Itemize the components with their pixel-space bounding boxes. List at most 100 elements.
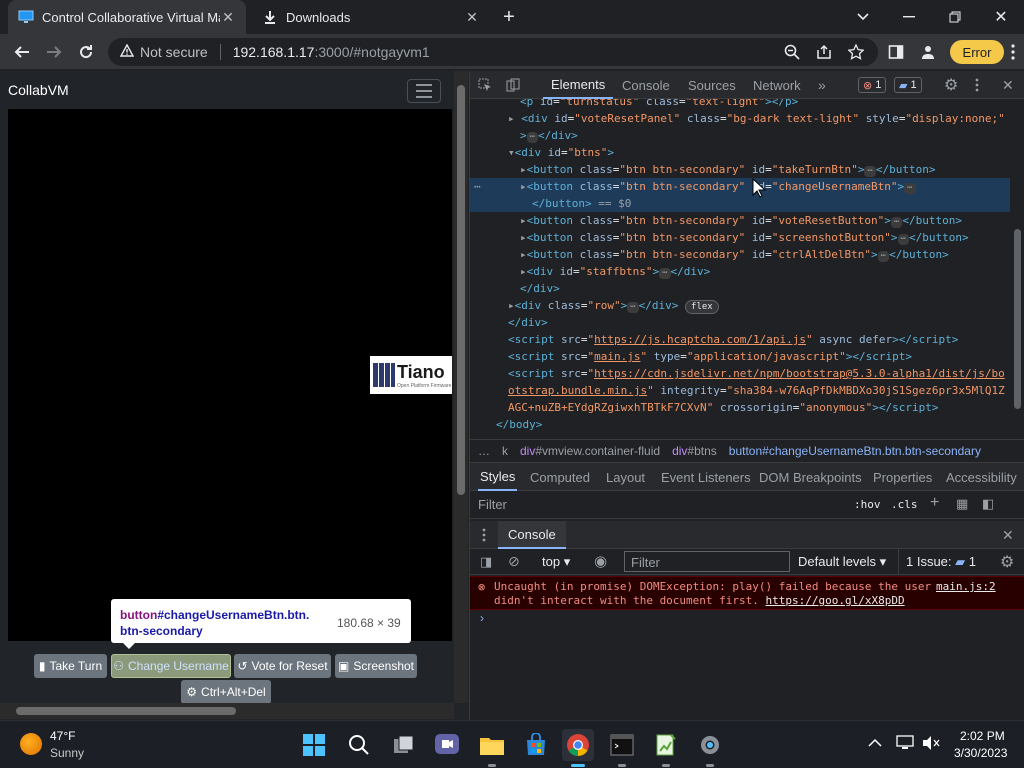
close-drawer-icon[interactable]: ✕ (1002, 527, 1014, 544)
clear-console-icon[interactable]: ⊘ (508, 553, 520, 570)
forward-icon[interactable] (42, 40, 66, 64)
tab-network[interactable]: Network (753, 71, 801, 99)
dom-node-close[interactable]: </body> (470, 416, 1010, 433)
dom-node-close[interactable]: </div> (470, 314, 1010, 331)
page-horizontal-scrollbar[interactable] (0, 703, 454, 719)
new-tab-button[interactable]: + (492, 0, 526, 34)
error-help-link[interactable]: https://goo.gl/xX8pDD (766, 594, 905, 607)
sidebar-toggle-icon[interactable]: ◧ (982, 496, 994, 512)
dom-node-selected[interactable]: ⋯▸<button class="btn btn-secondary" id="… (470, 178, 1010, 195)
dom-node[interactable]: <script src="main.js" type="application/… (470, 348, 1010, 365)
screenshot-button[interactable]: ▣ Screenshot (335, 654, 417, 678)
tab-sources[interactable]: Sources (688, 71, 736, 99)
breadcrumb-more[interactable]: … (478, 444, 490, 458)
address-bar[interactable]: Not secure 192.168.1.17:3000/#notgayvm1 (108, 38, 878, 66)
volume-muted-icon[interactable] (922, 735, 940, 754)
levels-select[interactable]: Default levels ▾ (798, 554, 886, 570)
tab-elements[interactable]: Elements (543, 71, 614, 99)
tab-properties[interactable]: Properties (873, 463, 932, 491)
close-window-button[interactable]: ✕ (978, 0, 1024, 34)
settings-gear-icon[interactable] (694, 729, 726, 767)
close-devtools-icon[interactable]: ✕ (1002, 71, 1014, 99)
zoom-icon[interactable] (780, 40, 804, 64)
dom-node[interactable]: ▸ <div id="voteResetPanel" class="bg-dar… (470, 110, 1010, 127)
dom-node[interactable]: ▸<button class="btn btn-secondary" id="v… (470, 212, 1010, 229)
error-counter[interactable]: ⊗ 1 (858, 77, 887, 93)
notepad-chart-icon[interactable] (650, 729, 682, 767)
terminal-icon[interactable] (606, 729, 638, 767)
side-panel-icon[interactable] (884, 40, 908, 64)
clock-time[interactable]: 2:02 PM (960, 729, 1005, 743)
sun-icon[interactable] (20, 733, 42, 755)
search-icon[interactable] (343, 729, 375, 761)
windows-start-icon[interactable] (298, 729, 330, 761)
dom-node[interactable]: ▸<div id="staffbtns"> ⋯ </div> (470, 263, 1010, 280)
tab-layout[interactable]: Layout (606, 463, 645, 491)
new-rule-icon[interactable]: + (930, 494, 939, 512)
devtools-menu-icon[interactable] (975, 71, 979, 99)
context-select[interactable]: top ▾ (542, 554, 570, 570)
weather-temp[interactable]: 47°F (50, 729, 75, 743)
brand-link[interactable]: CollabVM (8, 82, 69, 98)
vote-reset-button[interactable]: ↺ Vote for Reset (234, 654, 331, 678)
menu-kebab-icon[interactable] (1004, 40, 1022, 64)
dom-node[interactable]: ▸<button class="btn btn-secondary" id="s… (470, 229, 1010, 246)
take-turn-button[interactable]: ▮ Take Turn (34, 654, 107, 678)
tab-event-listeners[interactable]: Event Listeners (661, 463, 751, 491)
console-prompt[interactable]: › (480, 611, 484, 625)
flex-badge[interactable]: flex (685, 300, 719, 314)
more-tabs-icon[interactable]: » (818, 71, 826, 99)
bookmark-star-icon[interactable] (844, 40, 868, 64)
tab-search-icon[interactable] (840, 0, 886, 34)
device-toolbar-icon[interactable] (506, 71, 526, 99)
styles-filter-input[interactable]: Filter (478, 497, 507, 512)
tab-styles[interactable]: Styles (478, 463, 518, 491)
issues-button[interactable]: 1 Issue: ▰ 1 (906, 554, 976, 570)
warning-icon[interactable] (119, 43, 135, 60)
weather-desc[interactable]: Sunny (50, 746, 84, 760)
error-profile-button[interactable]: Error (950, 40, 1004, 64)
drawer-tab-console[interactable]: Console (498, 521, 566, 549)
settings-gear-icon[interactable]: ⚙ (944, 71, 958, 99)
dom-scrollbar[interactable] (1010, 99, 1024, 437)
microsoft-store-icon[interactable] (520, 729, 552, 761)
hov-toggle[interactable]: :hov (854, 498, 881, 511)
dom-node[interactable]: ▸<button class="btn btn-secondary" id="c… (470, 246, 1010, 263)
breadcrumb-button[interactable]: button#changeUsernameBtn.btn.btn-seconda… (729, 444, 981, 458)
not-secure-label[interactable]: Not secure (140, 44, 208, 60)
dom-node[interactable]: <script src="https://cdn.jsdelivr.net/np… (470, 365, 1010, 382)
tab-console[interactable]: Console (622, 71, 670, 99)
restore-button[interactable] (932, 0, 978, 34)
dom-node-close[interactable]: > ⋯ </div> (470, 127, 1010, 144)
clock-date[interactable]: 3/30/2023 (954, 746, 1007, 760)
network-icon[interactable] (896, 735, 914, 754)
breadcrumb-k[interactable]: k (502, 444, 508, 458)
reload-icon[interactable] (74, 40, 98, 64)
back-icon[interactable] (10, 40, 34, 64)
teams-chat-icon[interactable] (431, 729, 463, 761)
dom-node[interactable]: ▸<div class="row"> ⋯ </div> flex (470, 297, 1010, 314)
task-view-icon[interactable] (388, 729, 420, 761)
dom-node[interactable]: <p id="turnstatus" class="text-light"></… (470, 99, 1010, 110)
dom-node-selected-close[interactable]: </button> == $0 (470, 195, 1010, 212)
tab-collabvm[interactable]: Control Collaborative Virtual Mac ✕ (8, 0, 246, 34)
hamburger-menu-icon[interactable] (407, 79, 441, 103)
minimize-button[interactable] (886, 0, 932, 34)
file-explorer-icon[interactable] (476, 729, 508, 767)
page-vertical-scrollbar[interactable] (454, 71, 468, 703)
dom-node-close[interactable]: </div> (470, 280, 1010, 297)
message-counter[interactable]: ▰ 1 (894, 77, 922, 93)
change-username-button[interactable]: ⚇ Change Username (111, 654, 231, 678)
breadcrumb-btns[interactable]: div#btns (672, 444, 717, 458)
sidebar-icon[interactable]: ◨ (480, 554, 492, 570)
profile-icon[interactable] (916, 40, 940, 64)
dom-node[interactable]: ▸<button class="btn btn-secondary" id="t… (470, 161, 1010, 178)
tab-computed[interactable]: Computed (530, 463, 590, 491)
ctrl-alt-del-button[interactable]: ⚙ Ctrl+Alt+Del (181, 680, 271, 704)
cls-toggle[interactable]: .cls (891, 498, 918, 511)
tab-accessibility[interactable]: Accessibility (946, 463, 1017, 491)
tab-downloads[interactable]: Downloads ✕ (252, 0, 490, 34)
tray-overflow-icon[interactable] (868, 735, 882, 751)
tab-dom-breakpoints[interactable]: DOM Breakpoints (759, 463, 862, 491)
close-tab-icon[interactable]: ✕ (464, 9, 480, 25)
